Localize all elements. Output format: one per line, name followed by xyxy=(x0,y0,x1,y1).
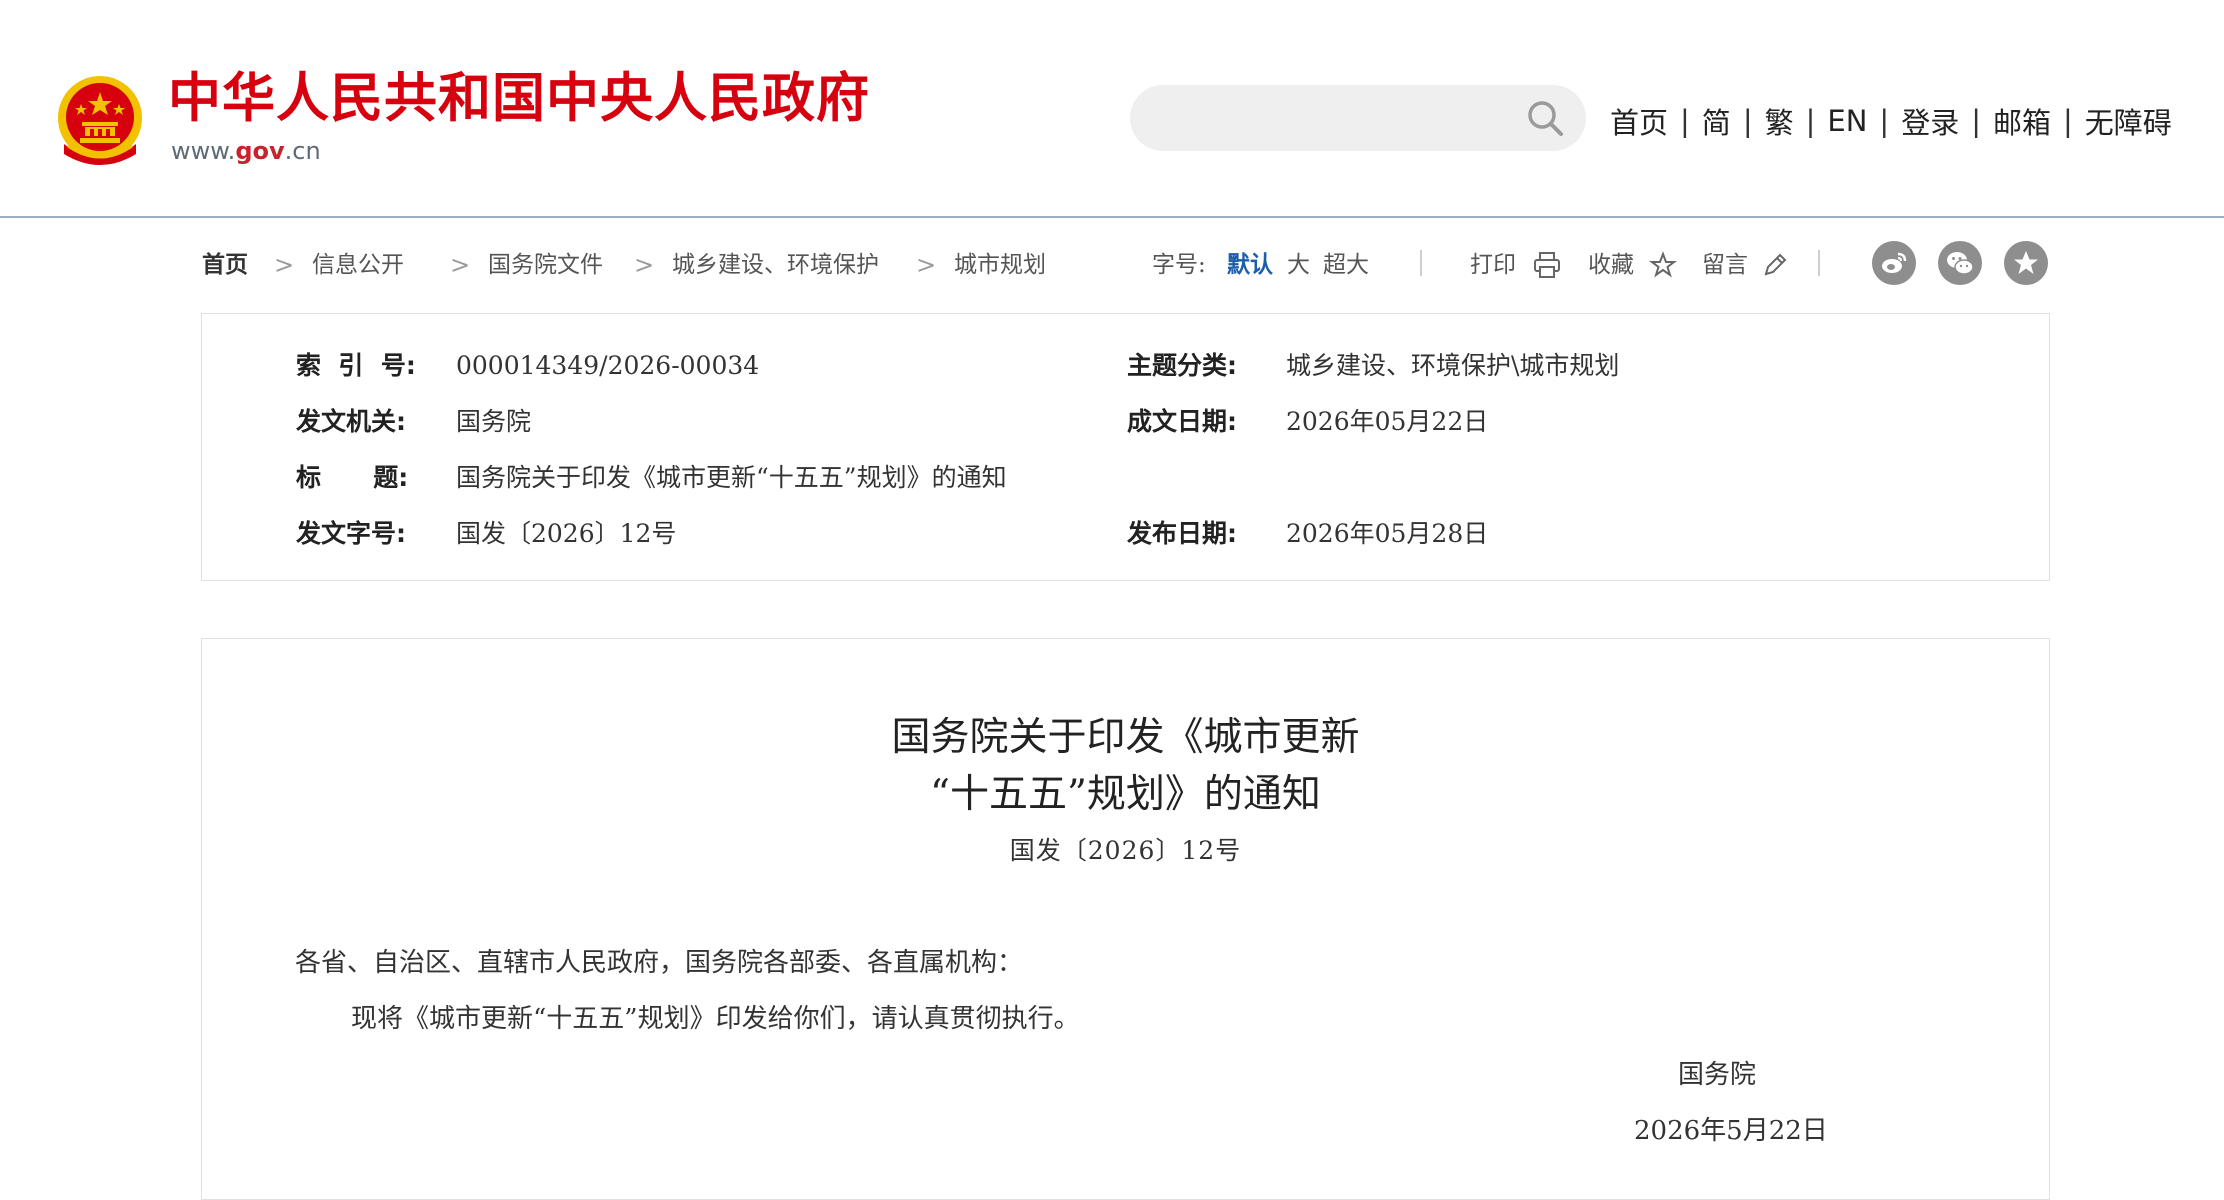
site-header: 中华人民共和国中央人民政府 www.gov.cn 首页 | 简 | 繁 | EN… xyxy=(0,0,2224,218)
nav-simplified-link[interactable]: 简 xyxy=(1702,100,1731,142)
article-body: 国务院关于印发《城市更新 “十五五”规划》的通知 国发〔2026〕12号 各省、… xyxy=(201,638,2050,1200)
article-title-line-2: “十五五”规划》的通知 xyxy=(930,772,1321,817)
top-nav: 首页 | 简 | 繁 | EN | 登录 | 邮箱 | 无障碍 xyxy=(1610,101,2172,141)
wechat-icon xyxy=(1947,252,1974,275)
topic-category-value: 城乡建设、环境保护\城市规划 xyxy=(1286,351,1620,380)
star-icon[interactable] xyxy=(1648,250,1678,280)
nav-login-link[interactable]: 登录 xyxy=(1901,100,1959,142)
font-size-label: 字号: xyxy=(1152,252,1206,278)
article-document-number: 国发〔2026〕12号 xyxy=(1009,836,1242,865)
site-url-suffix: .cn xyxy=(284,137,321,165)
nav-mail-link[interactable]: 邮箱 xyxy=(1993,100,2051,142)
date-published-value: 2026年05月28日 xyxy=(1286,519,1489,548)
index-number-label: 索 引 号: xyxy=(296,351,416,380)
nav-english-link[interactable]: EN xyxy=(1827,104,1867,138)
nav-separator: | xyxy=(2063,104,2073,138)
nav-home-link[interactable]: 首页 xyxy=(1610,100,1668,142)
issuer-value: 国务院 xyxy=(456,407,532,436)
meta-row-date-written: 成文日期: 2026年05月22日 xyxy=(1127,402,1927,442)
search-box xyxy=(1130,85,1586,151)
chevron-right-icon: > xyxy=(916,251,937,279)
chevron-right-icon: > xyxy=(274,251,295,279)
toolbar-divider xyxy=(1818,250,1820,276)
article-signature-date: 2026年5月22日 xyxy=(1634,1116,1828,1146)
share-weibo-button[interactable] xyxy=(1872,241,1916,285)
issuer-label: 发文机关: xyxy=(296,407,406,436)
nav-separator: | xyxy=(1680,104,1690,138)
date-written-label: 成文日期: xyxy=(1127,407,1237,436)
nav-separator: | xyxy=(1742,104,1753,138)
meta-row-issuer: 发文机关: 国务院 xyxy=(296,402,1096,442)
nav-separator: | xyxy=(1971,104,1981,138)
breadcrumb-urban-environment[interactable]: 城乡建设、环境保护 xyxy=(672,248,879,282)
comment-label[interactable]: 留言 xyxy=(1702,248,1748,282)
title-value: 国务院关于印发《城市更新“十五五”规划》的通知 xyxy=(456,463,1007,492)
site-url-prefix: www. xyxy=(171,137,236,165)
search-input[interactable] xyxy=(1158,95,1532,143)
breadcrumb-urban-planning[interactable]: 城市规划 xyxy=(954,248,1046,282)
index-number-value: 000014349/2026-00034 xyxy=(456,351,760,380)
breadcrumb-info-disclosure[interactable]: 信息公开 xyxy=(312,248,404,282)
date-written-value: 2026年05月22日 xyxy=(1286,407,1489,436)
favorites-star-icon xyxy=(2014,251,2038,274)
document-number-value: 国发〔2026〕12号 xyxy=(456,519,677,548)
breadcrumb-home[interactable]: 首页 xyxy=(202,248,248,282)
title-label: 标 题: xyxy=(296,463,409,492)
article-title: 国务院关于印发《城市更新 “十五五”规划》的通知 xyxy=(202,709,2049,823)
pencil-icon[interactable] xyxy=(1760,250,1790,280)
chevron-right-icon: > xyxy=(450,251,471,279)
topic-category-label: 主题分类: xyxy=(1127,351,1237,380)
printer-icon[interactable] xyxy=(1532,250,1562,280)
nav-separator: | xyxy=(1879,104,1890,138)
article-title-line-1: 国务院关于印发《城市更新 xyxy=(891,715,1360,760)
nav-traditional-link[interactable]: 繁 xyxy=(1765,100,1794,142)
article-salutation: 各省、自治区、直辖市人民政府，国务院各部委、各直属机构： xyxy=(295,948,1024,978)
font-size-xlarge[interactable]: 超大 xyxy=(1323,248,1369,282)
share-favorites-button[interactable] xyxy=(2004,241,2048,285)
site-url[interactable]: www.gov.cn xyxy=(171,139,321,163)
breadcrumb-state-council-docs[interactable]: 国务院文件 xyxy=(488,248,603,282)
date-published-label: 发布日期: xyxy=(1127,519,1237,548)
weibo-icon xyxy=(1882,252,1907,273)
meta-row-index: 索 引 号: 000014349/2026-00034 xyxy=(296,346,1096,386)
meta-row-date-published: 发布日期: 2026年05月28日 xyxy=(1127,514,1927,554)
nav-separator: | xyxy=(1805,104,1816,138)
font-size-large[interactable]: 大 xyxy=(1287,248,1310,282)
document-metadata-panel: 索 引 号: 000014349/2026-00034 主题分类: 城乡建设、环… xyxy=(201,313,2050,581)
favorite-label[interactable]: 收藏 xyxy=(1588,248,1634,282)
chevron-right-icon: > xyxy=(634,251,655,279)
national-emblem-icon[interactable] xyxy=(54,74,146,170)
font-size-default[interactable]: 默认 xyxy=(1227,248,1273,282)
article-signature: 国务院 xyxy=(1678,1060,1757,1090)
nav-accessibility-link[interactable]: 无障碍 xyxy=(2085,100,2172,142)
meta-row-topic: 主题分类: 城乡建设、环境保护\城市规划 xyxy=(1127,346,1927,386)
site-url-domain: gov xyxy=(235,137,285,165)
document-number-label: 发文字号: xyxy=(296,519,406,548)
site-title[interactable]: 中华人民共和国中央人民政府 xyxy=(168,72,870,125)
share-wechat-button[interactable] xyxy=(1938,241,1982,285)
search-icon[interactable] xyxy=(1526,99,1564,137)
meta-row-title: 标 题: 国务院关于印发《城市更新“十五五”规划》的通知 xyxy=(296,458,1696,498)
article-paragraph: 现将《城市更新“十五五”规划》印发给你们，请认真贯彻执行。 xyxy=(351,1004,1080,1034)
toolbar-divider xyxy=(1420,250,1422,276)
print-label[interactable]: 打印 xyxy=(1470,248,1516,282)
meta-row-docno: 发文字号: 国发〔2026〕12号 xyxy=(296,514,1096,554)
